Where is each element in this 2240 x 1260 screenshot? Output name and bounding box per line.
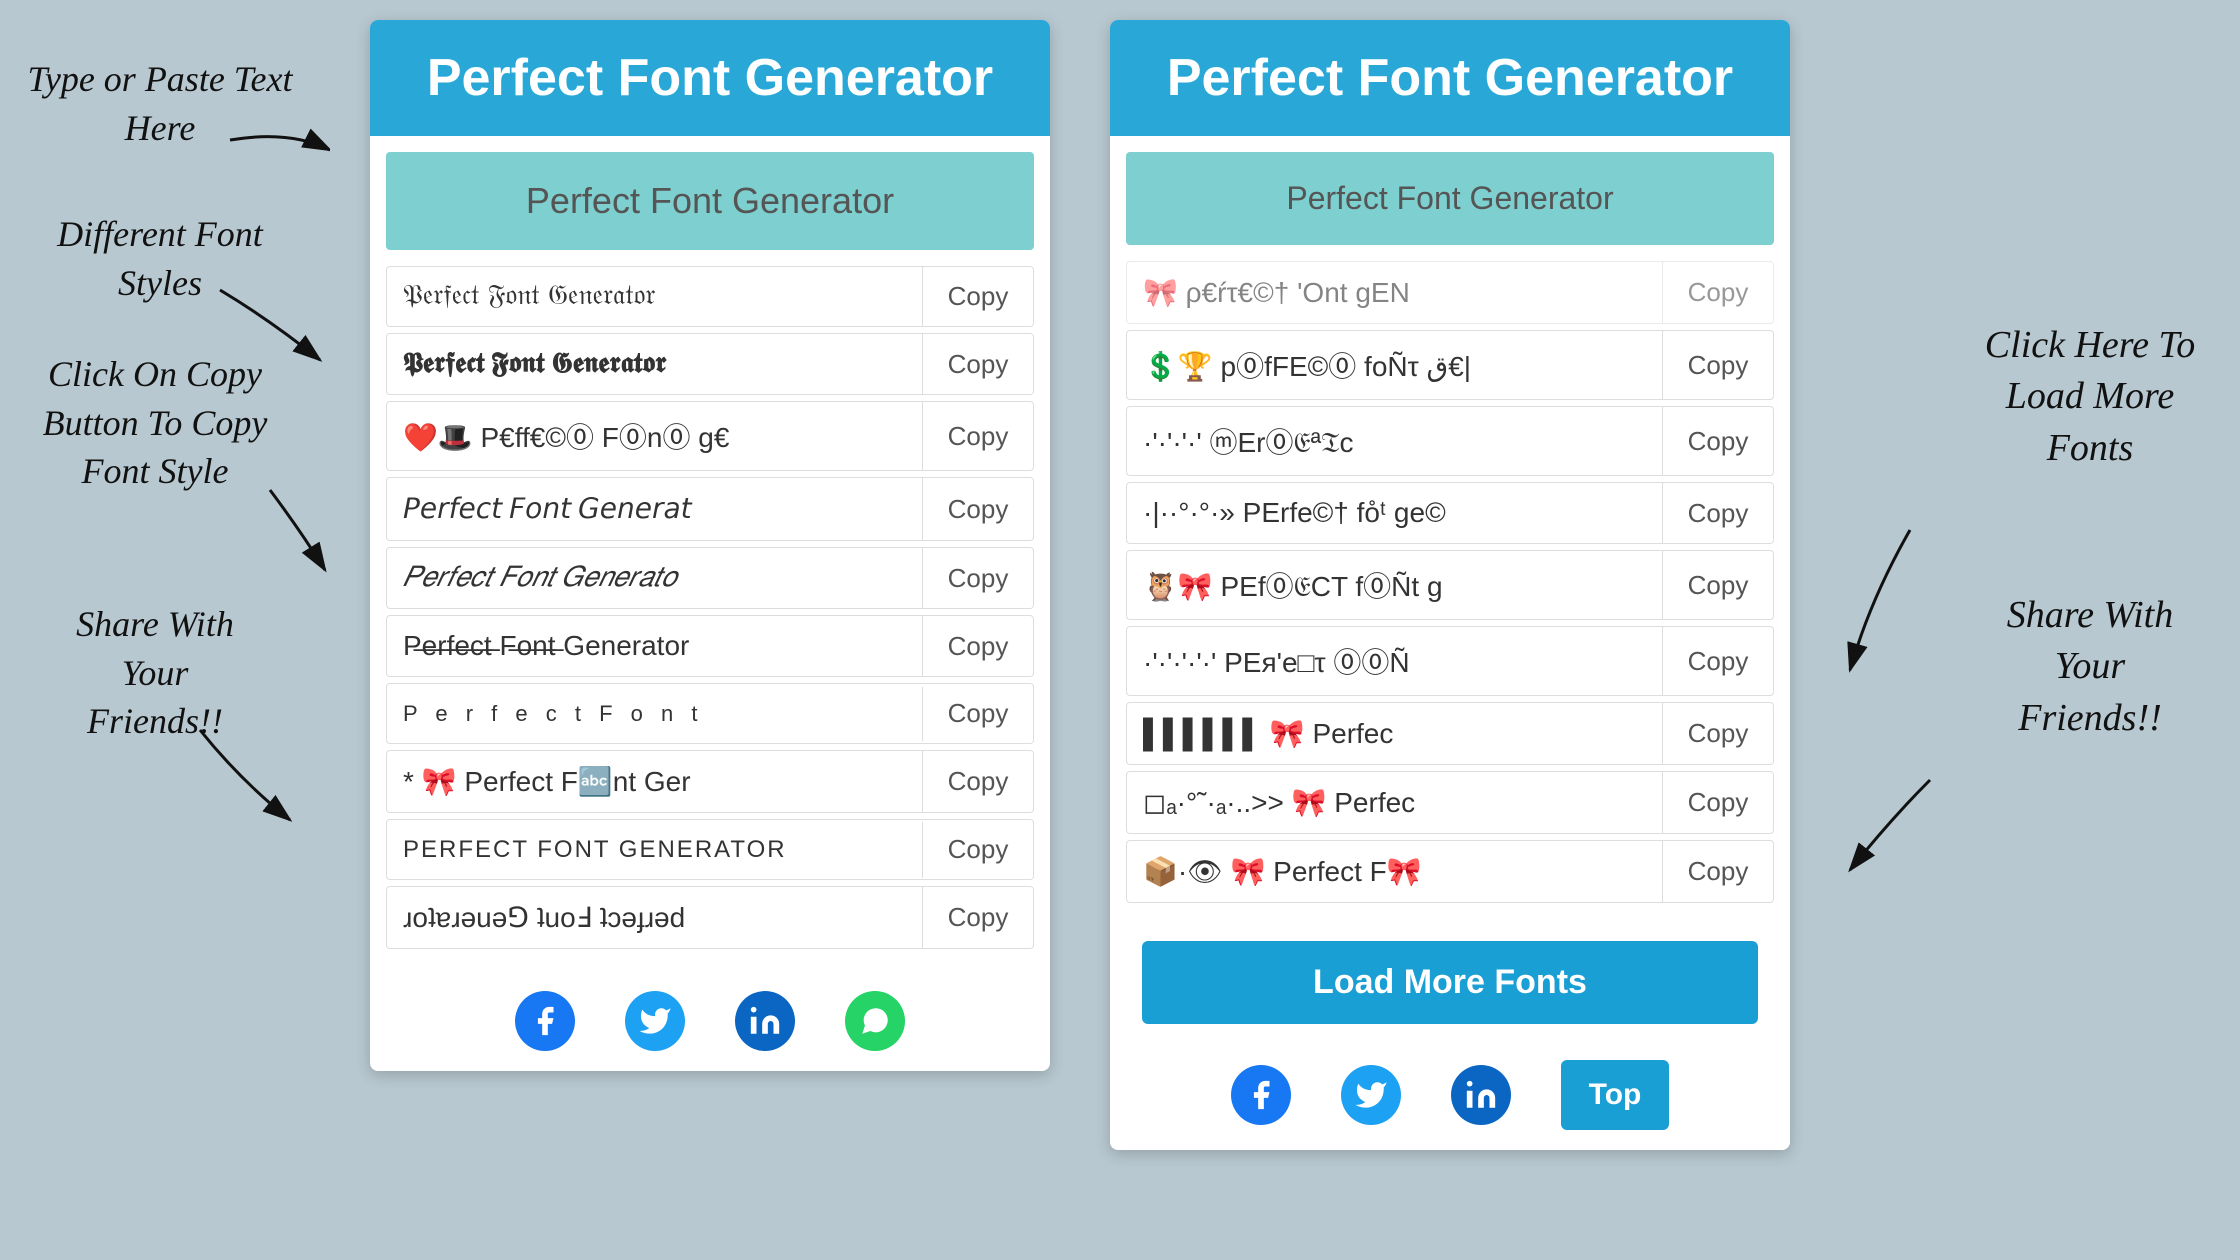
annotation-share-right: Share WithYourFriends!! — [1950, 590, 2230, 744]
copy-button[interactable]: Copy — [1663, 263, 1773, 322]
table-row: ·'·'·'·' ⓜEr⓪𝔈ª𝔗c Copy — [1126, 406, 1774, 476]
table-row: 𝘗𝘦𝘳𝘧𝘦𝘤𝘵 𝘍𝘰𝘯𝘵 𝘎𝘦𝘯𝘦𝘳𝘢𝘵 Copy — [386, 477, 1034, 541]
table-row: 𝕻𝖊𝖗𝖋𝖊𝖈𝖙 𝕱𝖔𝖓𝖙 𝕲𝖊𝖓𝖊𝖗𝖆𝖙𝖔𝖗 Copy — [386, 333, 1034, 395]
copy-button[interactable]: Copy — [923, 335, 1033, 394]
font-text-emoji3: 📦·👁 🎀 Perfect F🎀 — [1127, 841, 1663, 902]
table-row: 𝑃𝑒𝑟𝑓𝑒𝑐𝑡 𝐹𝑜𝑛𝑡 𝐺𝑒𝑛𝑒𝑟𝑎𝑡𝑜 Copy — [386, 547, 1034, 609]
twitter-icon[interactable] — [625, 991, 685, 1051]
panel1-text-input[interactable] — [386, 152, 1034, 250]
panel1-font-list: 𝔓𝔢𝔯𝔣𝔢𝔠𝔱 𝔉𝔬𝔫𝔱 𝔊𝔢𝔫𝔢𝔯𝔞𝔱𝔬𝔯 Copy 𝕻𝖊𝖗𝖋𝖊𝖈𝖙 𝕱𝖔𝖓𝖙… — [370, 266, 1050, 971]
font-text-dots1: ·'·'·'·' ⓜEr⓪𝔈ª𝔗c — [1127, 407, 1663, 475]
font-text-barcode: ▌▌▌▌▌▌ 🎀 Perfec — [1127, 703, 1663, 764]
font-text-italic1: 𝘗𝘦𝘳𝘧𝘦𝘤𝘵 𝘍𝘰𝘯𝘵 𝘎𝘦𝘯𝘦𝘳𝘢𝘵 — [387, 478, 923, 540]
copy-button[interactable]: Copy — [923, 617, 1033, 676]
annotation-diff-fonts: Different FontStyles — [10, 210, 310, 307]
font-text-box: ◻ₐ·°˜·ₐ·..>> 🎀 Perfec — [1127, 772, 1663, 833]
font-text-italic2: 𝑃𝑒𝑟𝑓𝑒𝑐𝑡 𝐹𝑜𝑛𝑡 𝐺𝑒𝑛𝑒𝑟𝑎𝑡𝑜 — [387, 548, 923, 608]
table-row: ɹoʇɐɹǝuǝ⅁ ʇuoℲ ʇɔǝɟɹǝd Copy — [386, 886, 1034, 949]
facebook-icon-2[interactable] — [1231, 1065, 1291, 1125]
copy-button[interactable]: Copy — [923, 407, 1033, 466]
copy-button[interactable]: Copy — [1663, 842, 1773, 901]
load-more-button[interactable]: Load More Fonts — [1142, 941, 1758, 1024]
page-wrapper: Type or Paste TextHere Different FontSty… — [0, 0, 2240, 1260]
font-text-star: * 🎀 Perfect F🔤nt Ger — [387, 751, 923, 812]
font-text-upper: perfect font generator — [387, 822, 923, 878]
copy-button[interactable]: Copy — [923, 267, 1033, 326]
table-row: 🦉🎀 PEf⓪𝔈CT f⓪Ñt g Copy — [1126, 550, 1774, 620]
annotation-load-more: Click Here ToLoad MoreFonts — [1950, 320, 2230, 474]
copy-button[interactable]: Copy — [1663, 704, 1773, 763]
load-more-area: Load More Fonts — [1110, 925, 1790, 1040]
font-text-dots2: ·|··°·°·» PErfe©† fo̊ᵗ ge© — [1127, 483, 1663, 543]
font-text-owl: 🦉🎀 PEf⓪𝔈CT f⓪Ñt g — [1127, 551, 1663, 619]
table-row: P e r f e c t F o n t Copy — [386, 683, 1034, 744]
facebook-icon[interactable] — [515, 991, 575, 1051]
left-annotations: Type or Paste TextHere Different FontSty… — [0, 0, 330, 1260]
panel1-input-area — [370, 136, 1050, 266]
twitter-icon-2[interactable] — [1341, 1065, 1401, 1125]
panel2-font-list: 🎀 ρ€ŕτ€©† 'Ont gEN Copy 💲🏆 p⓪fFE©⓪ foÑτ … — [1110, 261, 1790, 925]
font-text-emoji1: ❤️🎩 P€ff€©⓪ F⓪n⓪ g€ — [387, 402, 923, 470]
table-row: 𝔓𝔢𝔯𝔣𝔢𝔠𝔱 𝔉𝔬𝔫𝔱 𝔊𝔢𝔫𝔢𝔯𝔞𝔱𝔬𝔯 Copy — [386, 266, 1034, 327]
table-row: P̶e̶r̶f̶e̶c̶t̶ F̶o̶n̶t̶ Generator Copy — [386, 615, 1034, 677]
copy-button[interactable]: Copy — [923, 684, 1033, 743]
panel-1: Perfect Font Generator 𝔓𝔢𝔯𝔣𝔢𝔠𝔱 𝔉𝔬𝔫𝔱 𝔊𝔢𝔫𝔢… — [370, 20, 1050, 1071]
panel-2: Perfect Font Generator 🎀 ρ€ŕτ€©† 'Ont gE… — [1110, 20, 1790, 1150]
panel1-header: Perfect Font Generator — [370, 20, 1050, 136]
table-row: * 🎀 Perfect F🔤nt Ger Copy — [386, 750, 1034, 813]
linkedin-icon-2[interactable] — [1451, 1065, 1511, 1125]
annotation-type-paste: Type or Paste TextHere — [10, 55, 310, 152]
table-row: ·|··°·°·» PErfe©† fo̊ᵗ ge© Copy — [1126, 482, 1774, 544]
panel1-title: Perfect Font Generator — [394, 48, 1026, 108]
copy-button[interactable]: Copy — [1663, 412, 1773, 471]
font-text-dots3: ·'·'·'·'·' PEя'e□τ ⓪⓪Ñ — [1127, 627, 1663, 695]
panel2-title: Perfect Font Generator — [1134, 48, 1766, 108]
table-row: perfect font generator Copy — [386, 819, 1034, 880]
font-text-strike: P̶e̶r̶f̶e̶c̶t̶ F̶o̶n̶t̶ Generator — [387, 616, 923, 676]
table-row: ◻ₐ·°˜·ₐ·..>> 🎀 Perfec Copy — [1126, 771, 1774, 834]
copy-button[interactable]: Copy — [1663, 484, 1773, 543]
copy-button[interactable]: Copy — [1663, 336, 1773, 395]
table-row: ❤️🎩 P€ff€©⓪ F⓪n⓪ g€ Copy — [386, 401, 1034, 471]
font-text-reversed: ɹoʇɐɹǝuǝ⅁ ʇuoℲ ʇɔǝɟɹǝd — [387, 887, 923, 948]
right-annotations: Click Here ToLoad MoreFonts Share WithYo… — [1830, 0, 2240, 1260]
font-text-spaced: P e r f e c t F o n t — [387, 687, 923, 741]
copy-button[interactable]: Copy — [923, 549, 1033, 608]
panel2-text-input[interactable] — [1126, 152, 1774, 245]
copy-button[interactable]: Copy — [1663, 632, 1773, 691]
top-button[interactable]: Top — [1561, 1060, 1670, 1130]
font-text-fraktur: 𝔓𝔢𝔯𝔣𝔢𝔠𝔱 𝔉𝔬𝔫𝔱 𝔊𝔢𝔫𝔢𝔯𝔞𝔱𝔬𝔯 — [387, 267, 923, 326]
panel2-social-bar: Top — [1110, 1040, 1790, 1150]
copy-button[interactable]: Copy — [1663, 556, 1773, 615]
panel2-header: Perfect Font Generator — [1110, 20, 1790, 136]
copy-button[interactable]: Copy — [1663, 773, 1773, 832]
linkedin-icon[interactable] — [735, 991, 795, 1051]
font-text-money: 💲🏆 p⓪fFE©⓪ foÑτ ق€| — [1127, 331, 1663, 399]
copy-button[interactable]: Copy — [923, 752, 1033, 811]
table-row: 📦·👁 🎀 Perfect F🎀 Copy — [1126, 840, 1774, 903]
table-row: 💲🏆 p⓪fFE©⓪ foÑτ ق€| Copy — [1126, 330, 1774, 400]
font-text-bold-fraktur: 𝕻𝖊𝖗𝖋𝖊𝖈𝖙 𝕱𝖔𝖓𝖙 𝕲𝖊𝖓𝖊𝖗𝖆𝖙𝖔𝖗 — [387, 334, 923, 394]
phones-area: Perfect Font Generator 𝔓𝔢𝔯𝔣𝔢𝔠𝔱 𝔉𝔬𝔫𝔱 𝔊𝔢𝔫𝔢… — [330, 0, 1830, 1260]
table-row: ·'·'·'·'·' PEя'e□τ ⓪⓪Ñ Copy — [1126, 626, 1774, 696]
table-row: 🎀 ρ€ŕτ€©† 'Ont gEN Copy — [1126, 261, 1774, 324]
panel1-social-bar — [370, 971, 1050, 1071]
annotation-share-left: Share WithYourFriends!! — [10, 600, 300, 746]
panel2-input-area — [1110, 136, 1790, 261]
font-text-partial: 🎀 ρ€ŕτ€©† 'Ont gEN — [1127, 262, 1663, 323]
copy-button[interactable]: Copy — [923, 480, 1033, 539]
copy-button[interactable]: Copy — [923, 888, 1033, 947]
annotation-copy: Click On CopyButton To CopyFont Style — [0, 350, 310, 496]
table-row: ▌▌▌▌▌▌ 🎀 Perfec Copy — [1126, 702, 1774, 765]
copy-button[interactable]: Copy — [923, 820, 1033, 879]
whatsapp-icon[interactable] — [845, 991, 905, 1051]
